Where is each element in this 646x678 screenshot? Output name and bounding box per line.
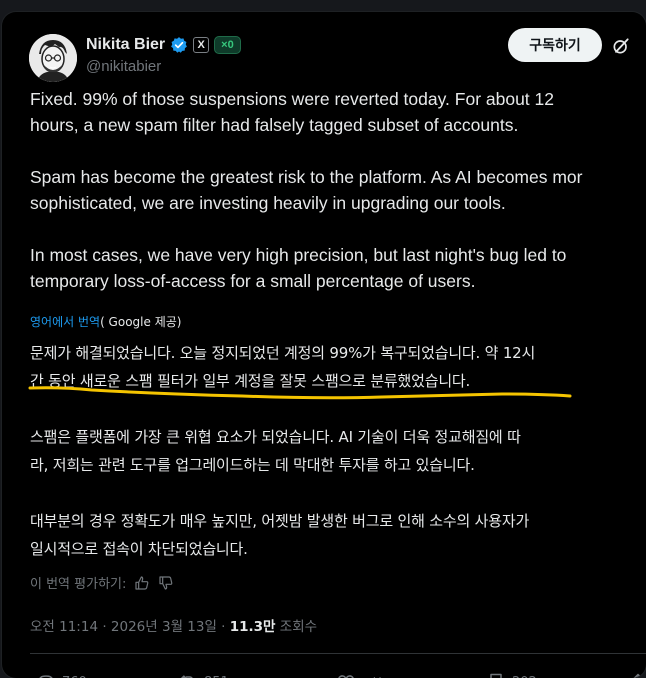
- share-icon: [633, 673, 643, 678]
- author-handle[interactable]: @nikitabier: [86, 58, 161, 75]
- translated-from-link[interactable]: 영어에서 번역: [30, 313, 100, 330]
- tweet-meta: 오전 11:14 · 2026년 3월 13일 · 11.3만 조회수: [30, 615, 317, 635]
- author-name[interactable]: Nikita Bier: [86, 36, 165, 54]
- reply-count: 760: [62, 675, 87, 678]
- repost-button[interactable]: 851: [178, 672, 229, 678]
- action-bar: 760 851 3천 202: [36, 672, 646, 678]
- share-button[interactable]: [628, 672, 646, 678]
- affiliation-badge[interactable]: X: [193, 37, 210, 53]
- views-label: 조회수: [275, 619, 318, 635]
- subscribe-button[interactable]: 구독하기: [508, 28, 602, 62]
- like-button[interactable]: 3천: [336, 672, 382, 678]
- translated-tweet-text: 문제가 해결되었습니다. 오늘 정지되었던 계정의 99%가 복구되었습니다. …: [30, 344, 536, 558]
- repost-count: 851: [204, 675, 229, 678]
- verified-badge-icon: [171, 37, 188, 53]
- rate-translation-label: 이 번역 평가하기:: [30, 577, 127, 592]
- avatar-illustration: [29, 34, 77, 82]
- like-count: 3천: [362, 673, 382, 678]
- grok-icon[interactable]: [611, 36, 631, 56]
- reply-button[interactable]: 760: [36, 672, 87, 678]
- highlight-underline: [28, 386, 572, 400]
- tweet-text: Fixed. 99% of those suspensions were rev…: [30, 89, 583, 291]
- bookmark-icon: [490, 673, 502, 678]
- author-name-row: Nikita Bier X ×0: [86, 34, 241, 56]
- tweet-card: Nikita Bier X ×0 @nikitabier 구독하기 Fixed.…: [2, 12, 646, 678]
- views-count: 11.3만: [229, 619, 276, 635]
- repost-icon: [180, 675, 193, 678]
- rate-translation-row: 이 번역 평가하기:: [30, 573, 174, 592]
- avatar[interactable]: [29, 34, 77, 82]
- translation-provider: ( Google 제공): [100, 315, 182, 329]
- timestamp[interactable]: 오전 11:14 · 2026년 3월 13일 ·: [30, 619, 230, 635]
- thumbs-up-icon[interactable]: [134, 575, 150, 591]
- heart-icon: [338, 675, 354, 678]
- status-badge: ×0: [214, 36, 241, 54]
- translation-attribution: 영어에서 번역 ( Google 제공): [30, 313, 181, 330]
- bookmark-count: 202: [512, 675, 537, 678]
- thumbs-down-icon[interactable]: [158, 575, 174, 591]
- bookmark-button[interactable]: 202: [486, 672, 537, 678]
- divider: [30, 653, 646, 654]
- reply-icon: [39, 675, 53, 678]
